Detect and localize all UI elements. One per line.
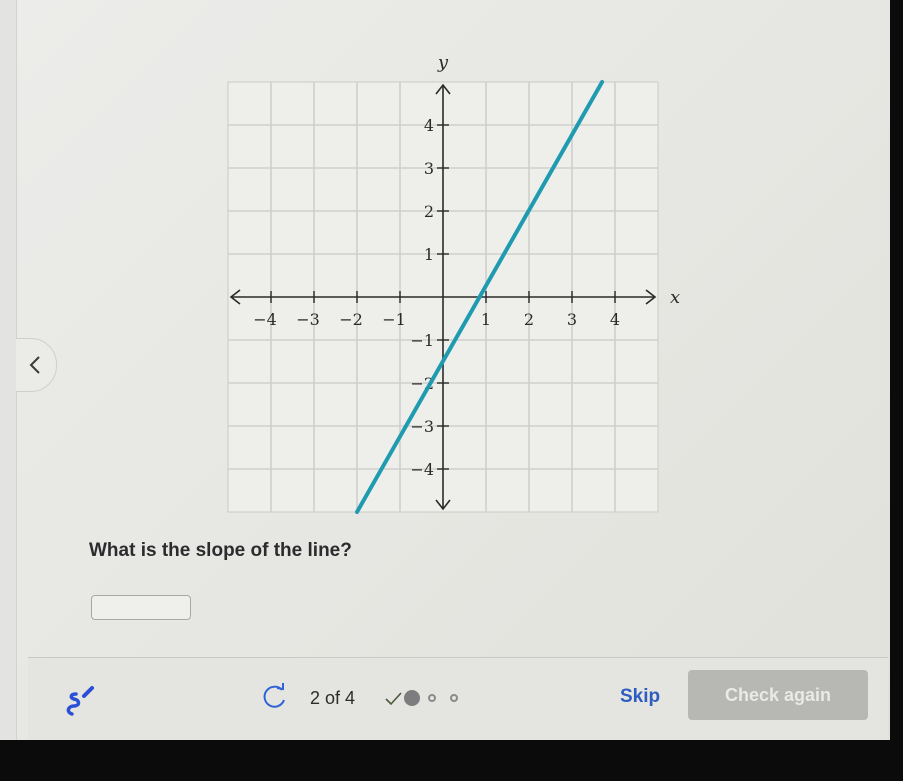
x-tick-label: 4: [610, 310, 620, 329]
scratchpad-pencil-icon: [66, 686, 94, 716]
coordinate-plane: −4 −3 −2 −1 1 2 3 4 −4 −3 −2 −1 1 2 3 4 x y: [0, 0, 890, 530]
y-tick-label: −1: [410, 331, 434, 350]
y-tick-label: 4: [424, 116, 434, 135]
x-tick-label: 3: [567, 310, 577, 329]
skip-button[interactable]: Skip: [620, 686, 660, 708]
y-tick-label: −4: [410, 460, 434, 479]
progress-counter: 2 of 4: [310, 688, 356, 708]
x-tick-label: −4: [253, 310, 277, 329]
graph-svg: −4 −3 −2 −1 1 2 3 4−4−3−2−11234xy: [227, 52, 680, 514]
y-tick-label: 1: [424, 245, 434, 264]
slope-answer-input[interactable]: [91, 595, 191, 620]
y-tick-label: 2: [424, 202, 434, 221]
x-axis-label: x: [670, 287, 680, 308]
check-icon: [385, 692, 402, 706]
x-tick-label: −1: [382, 310, 406, 329]
x-tick-label: 2: [524, 310, 534, 329]
monitor-bezel: [0, 740, 903, 781]
progress-dot-upcoming: [450, 694, 458, 702]
scratchpad-button[interactable]: [62, 684, 104, 725]
y-tick-label: −3: [410, 417, 434, 436]
redo-arrow-icon: [263, 683, 285, 708]
progress-dot-upcoming: [428, 694, 436, 702]
x-tick-label: −3: [296, 310, 320, 329]
x-tick-label: −2: [339, 310, 363, 329]
screen: −4 −3 −2 −1 1 2 3 4 −4 −3 −2 −1 1 2 3 4 x y What is the s…: [0, 0, 890, 740]
x-tick-label: 1: [481, 310, 491, 329]
y-tick-label: 3: [424, 159, 434, 178]
redo-button[interactable]: [260, 683, 290, 716]
y-axis-label: y: [437, 52, 449, 73]
progress-dot-current: [404, 690, 420, 706]
check-again-button[interactable]: Check again: [688, 670, 868, 720]
question-text: What is the slope of the line?: [89, 540, 352, 561]
